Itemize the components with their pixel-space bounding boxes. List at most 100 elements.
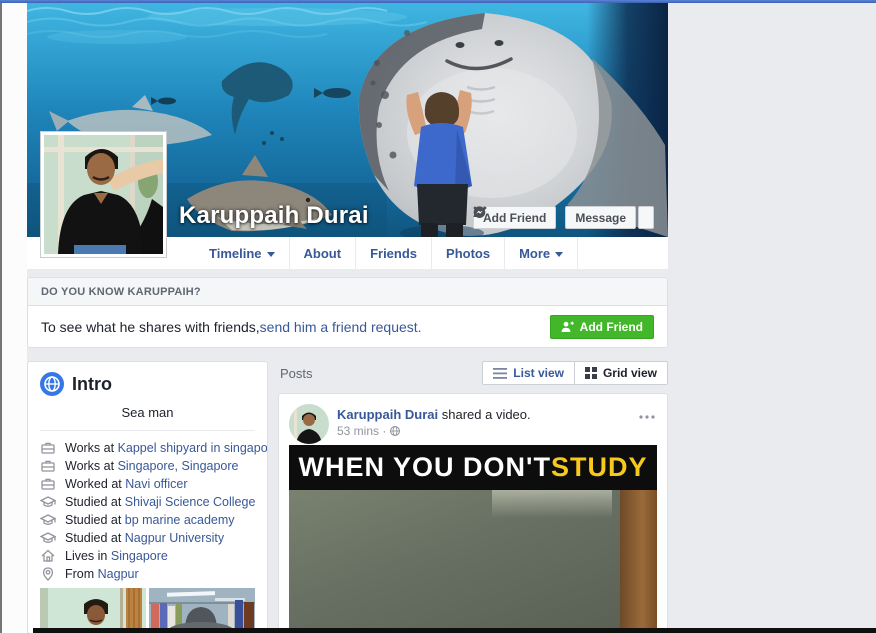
tab-timeline-label: Timeline [209, 246, 262, 261]
grad-cap-icon [40, 512, 56, 528]
friend-request-banner: DO YOU KNOW KARUPPAIH? To see what he sh… [27, 277, 668, 348]
intro-item-link[interactable]: Kappel shipyard in singapore [118, 441, 268, 455]
post-author-avatar[interactable] [289, 404, 329, 444]
privacy-globe-icon [389, 425, 401, 437]
profile-picture-image [44, 135, 163, 254]
banner-text: To see what he shares with friends, [41, 319, 260, 335]
intro-item-link[interactable]: Nagpur University [125, 531, 224, 545]
intro-item-prefix: Worked at [65, 477, 125, 491]
grad-cap-icon [40, 494, 56, 510]
intro-item-work: Works at Kappel shipyard in singapore [40, 439, 255, 457]
intro-item-education: Studied at Nagpur University [40, 529, 255, 547]
page-content: Karuppaih Durai Add Friend Message Timel… [27, 3, 668, 633]
intro-title: Intro [72, 374, 112, 395]
grid-view-label: Grid view [603, 366, 657, 380]
intro-item-link[interactable]: Singapore [111, 549, 168, 563]
featured-photo-image [149, 588, 255, 633]
intro-item-from: From Nagpur [40, 565, 255, 583]
post-action: shared a video. [438, 407, 531, 422]
cover-more-options-button[interactable] [638, 206, 654, 229]
avatar-image [289, 404, 329, 444]
tab-photos[interactable]: Photos [432, 237, 505, 269]
banner-header: DO YOU KNOW KARUPPAIH? [28, 278, 667, 306]
tab-about-label: About [304, 246, 342, 261]
window-bottom-bar [33, 628, 876, 633]
video-title-yellow: STUDY [551, 452, 648, 483]
featured-photos [40, 588, 255, 633]
video-highlight [492, 490, 612, 518]
caret-down-icon [555, 252, 563, 257]
intro-item-link[interactable]: Navi officer [125, 477, 187, 491]
post-timestamp[interactable]: 53 mins · [337, 424, 386, 438]
intro-item-prefix: Works at [65, 459, 118, 473]
posts-header: Posts [278, 366, 313, 381]
grid-view-button[interactable]: Grid view [575, 362, 667, 384]
tab-friends[interactable]: Friends [356, 237, 432, 269]
message-label: Message [575, 211, 626, 225]
message-button[interactable]: Message [565, 206, 636, 229]
left-margin [0, 3, 27, 633]
globe-badge-icon [40, 372, 64, 396]
banner-body: To see what he shares with friends, send… [28, 306, 667, 347]
intro-item-link[interactable]: Nagpur [98, 567, 139, 581]
video-title-white: WHEN YOU DON'T [299, 452, 551, 483]
divider [40, 430, 255, 431]
post-options-button[interactable] [639, 406, 655, 424]
shared-video[interactable]: WHEN YOU DON'T STUDY [289, 445, 657, 633]
intro-item-prefix: Studied at [65, 513, 125, 527]
profile-name: Karuppaih Durai [179, 202, 369, 230]
intro-item-lives: Lives in Singapore [40, 547, 255, 565]
ellipsis-icon [639, 415, 655, 419]
caret-down-icon [267, 252, 275, 257]
post: Karuppaih Durai shared a video. 53 mins … [278, 393, 668, 633]
cover-actions: Add Friend Message [473, 206, 654, 229]
tab-more[interactable]: More [505, 237, 578, 269]
intro-item-work: Worked at Navi officer [40, 475, 255, 493]
tab-about[interactable]: About [290, 237, 357, 269]
intro-item-prefix: From [65, 567, 98, 581]
featured-photo[interactable] [40, 588, 146, 633]
ellipsis-icon [473, 206, 487, 210]
banner-add-friend-button[interactable]: Add Friend [550, 315, 654, 339]
video-frame [289, 490, 657, 633]
tab-friends-label: Friends [370, 246, 417, 261]
profile-picture[interactable] [40, 131, 167, 258]
tab-timeline[interactable]: Timeline [195, 237, 290, 269]
tab-more-label: More [519, 246, 550, 261]
featured-photo[interactable] [149, 588, 255, 633]
sidebar: Intro Sea man Works at Kappel shipyard i… [27, 361, 268, 633]
posts-column: Posts List view Grid view [278, 361, 668, 633]
video-title-bar: WHEN YOU DON'T STUDY [289, 445, 657, 490]
grid-icon [585, 367, 597, 379]
intro-item-prefix: Studied at [65, 531, 125, 545]
pin-icon [40, 566, 56, 582]
list-icon [493, 368, 507, 379]
intro-item-link[interactable]: Singapore, Singapore [118, 459, 239, 473]
intro-item-work: Works at Singapore, Singapore [40, 457, 255, 475]
briefcase-icon [40, 440, 56, 456]
intro-item-education: Studied at bp marine academy [40, 511, 255, 529]
post-author-link[interactable]: Karuppaih Durai [337, 407, 438, 422]
briefcase-icon [40, 476, 56, 492]
add-friend-icon [561, 321, 574, 333]
intro-item-prefix: Lives in [65, 549, 111, 563]
friend-request-link[interactable]: send him a friend request. [260, 319, 422, 335]
window-left-edge [0, 3, 2, 633]
banner-add-friend-label: Add Friend [580, 320, 643, 334]
intro-card: Intro Sea man Works at Kappel shipyard i… [27, 361, 268, 633]
list-view-label: List view [513, 366, 564, 380]
intro-item-link[interactable]: Shivaji Science College [125, 495, 256, 509]
intro-item-prefix: Studied at [65, 495, 125, 509]
briefcase-icon [40, 458, 56, 474]
view-toggle: List view Grid view [482, 361, 668, 385]
add-friend-label: Add Friend [483, 211, 546, 225]
intro-item-education: Studied at Shivaji Science College [40, 493, 255, 511]
intro-item-prefix: Works at [65, 441, 118, 455]
home-icon [40, 548, 56, 564]
window-top-bar [0, 0, 876, 3]
intro-bio: Sea man [40, 405, 255, 420]
list-view-button[interactable]: List view [483, 362, 575, 384]
video-door-edge [620, 490, 657, 633]
intro-item-link[interactable]: bp marine academy [125, 513, 235, 527]
grad-cap-icon [40, 530, 56, 546]
